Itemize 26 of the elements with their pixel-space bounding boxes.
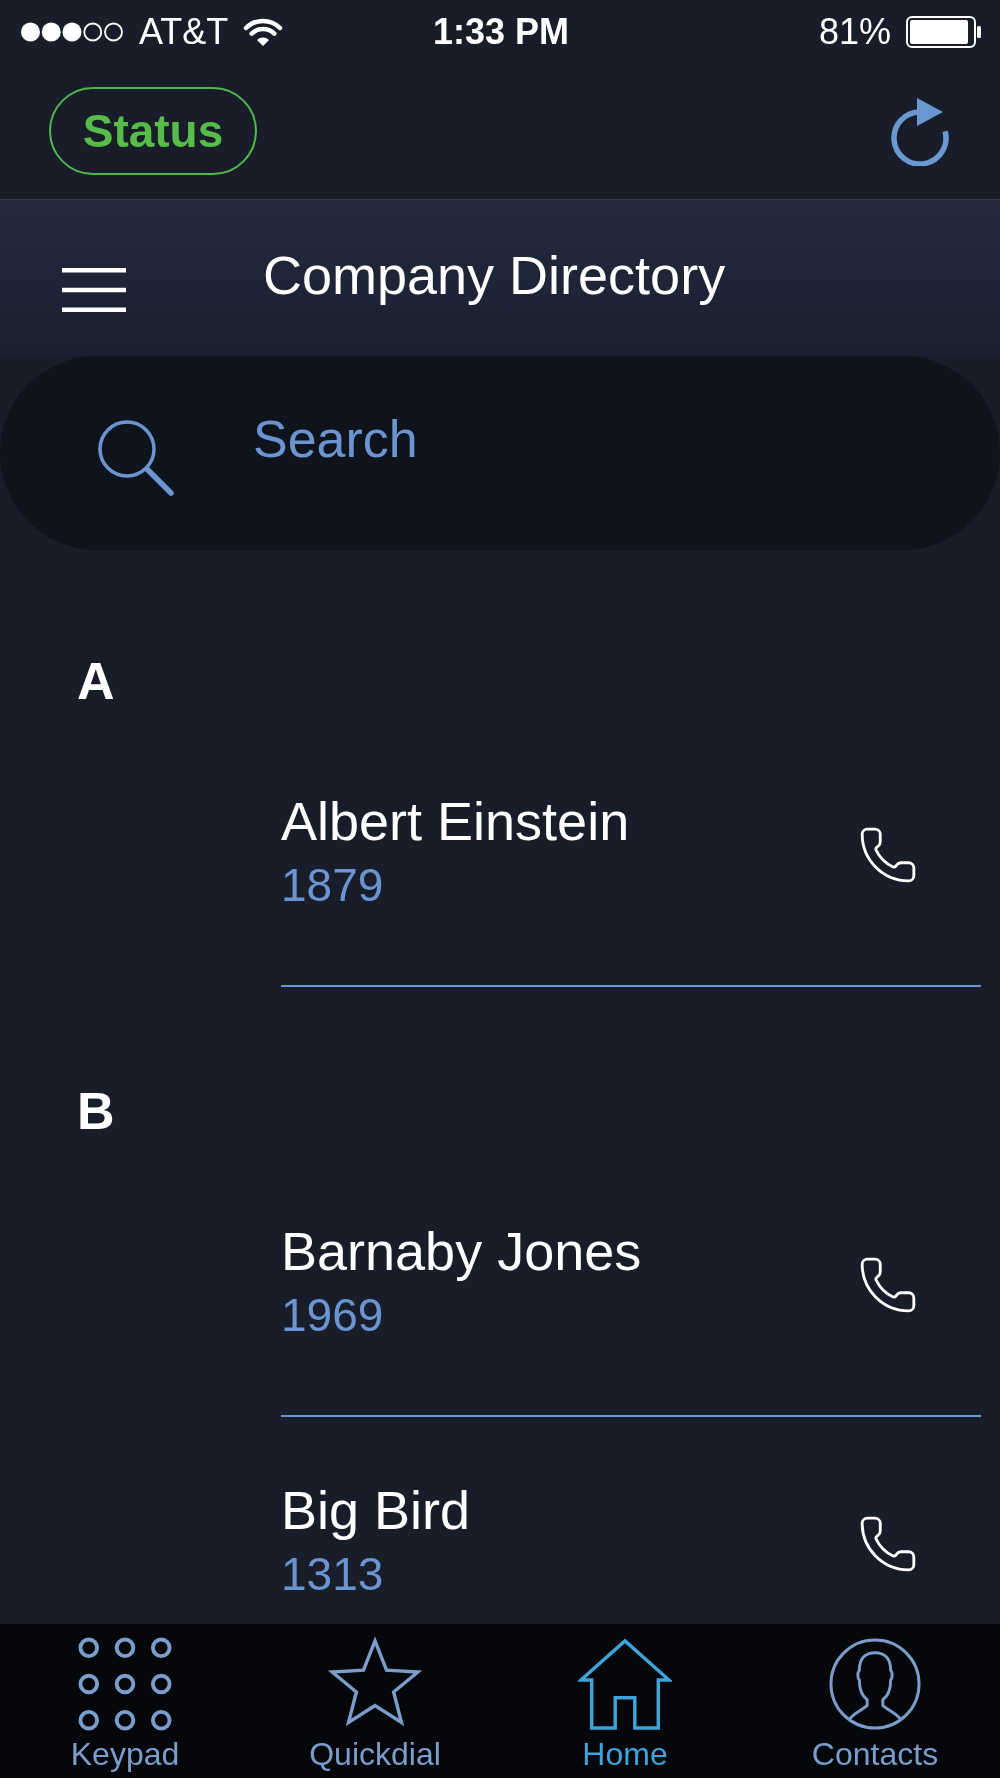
section-letter: A	[77, 651, 115, 711]
tab-button[interactable]: Home	[500, 1624, 750, 1778]
contact-name: Albert Einstein	[281, 791, 630, 851]
clock-time: 1:33 PM	[432, 11, 570, 53]
wifi-icon	[243, 17, 284, 47]
tab-button[interactable]: Quickdial	[250, 1624, 500, 1778]
extension-number: 1879	[281, 859, 384, 911]
keypad-icon	[78, 1637, 172, 1731]
signal-icon	[20, 21, 124, 43]
contact-person-icon	[828, 1637, 922, 1731]
battery-percent: 81%	[818, 11, 891, 53]
extension-number: 1313	[281, 1548, 384, 1600]
contact-name: Barnaby Jones	[281, 1221, 642, 1281]
extension-number: 1969	[281, 1289, 384, 1341]
section-letter: B	[77, 1081, 115, 1141]
home-icon	[578, 1637, 672, 1731]
carrier-name: AT&T	[139, 11, 229, 53]
menu-icon[interactable]	[62, 268, 126, 312]
contact-name: Big Bird	[281, 1480, 471, 1540]
tab-button[interactable]: Contacts	[750, 1624, 1000, 1778]
battery-icon	[906, 16, 982, 48]
refresh-icon[interactable]	[890, 95, 950, 166]
tab-button[interactable]: Keypad	[0, 1624, 250, 1778]
status-button[interactable]: Status	[49, 86, 257, 175]
page-title: Company Directory	[263, 244, 726, 306]
search-field[interactable]: Search	[0, 356, 1000, 550]
